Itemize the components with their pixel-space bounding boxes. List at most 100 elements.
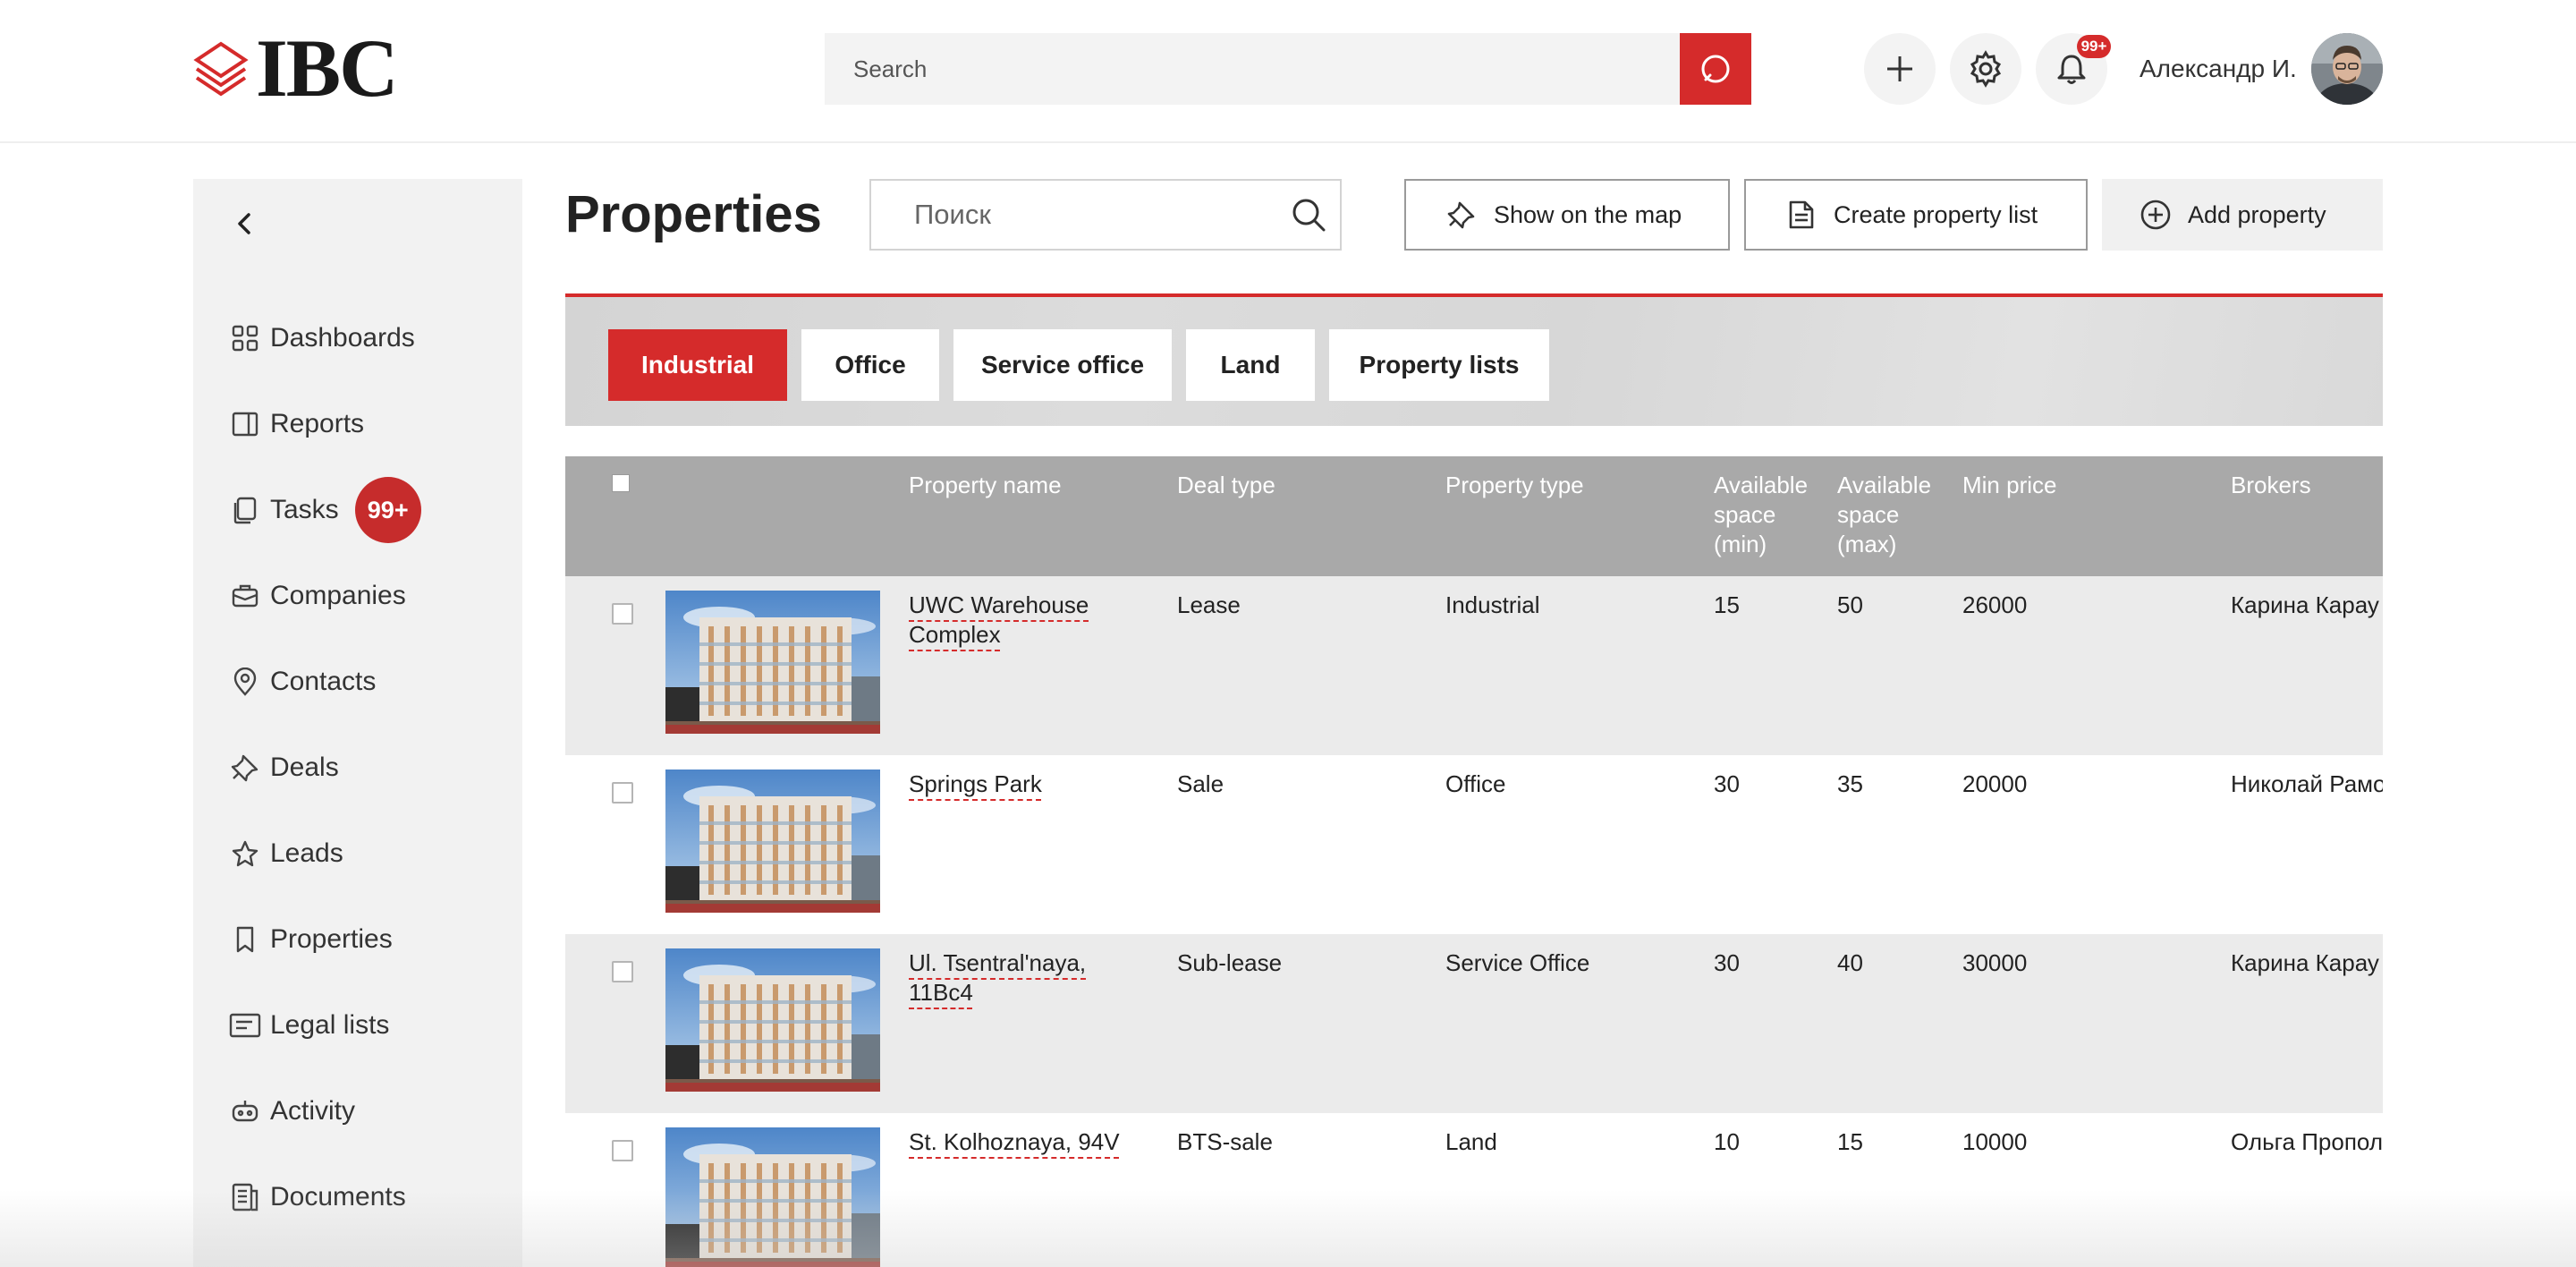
column-header-brokers[interactable]: Brokers bbox=[2231, 471, 2311, 500]
row-checkbox[interactable] bbox=[612, 782, 633, 804]
show-on-map-label: Show on the map bbox=[1494, 200, 1682, 228]
create-button[interactable] bbox=[1864, 33, 1936, 105]
table-row[interactable]: UWC Warehouse Complex Lease Industrial 1… bbox=[565, 576, 2383, 755]
min-price-cell: 26000 bbox=[1962, 591, 2028, 618]
sidebar-item-dashboards[interactable]: Dashboards bbox=[229, 313, 497, 363]
broker-link[interactable]: Карина Карау bbox=[2231, 591, 2383, 620]
pin-icon bbox=[1445, 199, 1478, 231]
clipboard-icon bbox=[229, 494, 261, 526]
tab-industrial[interactable]: Industrial bbox=[608, 329, 787, 401]
row-checkbox[interactable] bbox=[612, 603, 633, 625]
column-header-space-max[interactable]: Available space (max) bbox=[1837, 471, 1945, 559]
sidebar-item-label: Dashboards bbox=[270, 323, 415, 353]
location-pin-icon bbox=[229, 666, 261, 698]
sidebar-item-label: Legal lists bbox=[270, 1010, 390, 1040]
report-icon bbox=[229, 408, 261, 440]
tab-service-office[interactable]: Service office bbox=[953, 329, 1172, 401]
avatar[interactable] bbox=[2311, 33, 2383, 105]
sidebar-item-companies[interactable]: Companies bbox=[229, 571, 497, 621]
sidebar-item-deals[interactable]: Deals bbox=[229, 743, 497, 793]
sidebar-item-label: Companies bbox=[270, 581, 406, 610]
property-name-link[interactable]: Springs Park bbox=[909, 770, 1132, 799]
broker-link[interactable]: Карина Карау bbox=[2231, 948, 2383, 978]
sidebar-item-label: Leads bbox=[270, 838, 343, 868]
tasks-count-badge: 99+ bbox=[354, 477, 421, 543]
chevron-left-icon bbox=[238, 213, 250, 234]
sidebar: Dashboards Reports Tasks 99+ Companies C… bbox=[193, 179, 522, 1267]
grid-icon bbox=[229, 322, 261, 354]
sidebar-item-reports[interactable]: Reports bbox=[229, 399, 497, 449]
logo[interactable]: IBC bbox=[191, 27, 399, 109]
row-checkbox[interactable] bbox=[612, 961, 633, 982]
add-property-label: Add property bbox=[2188, 200, 2326, 228]
bookmark-icon bbox=[229, 923, 261, 956]
property-thumbnail[interactable] bbox=[665, 948, 880, 1092]
table-row[interactable]: St. Kolhoznaya, 94V BTS-sale Land 10 15 … bbox=[565, 1113, 2383, 1267]
property-type-tabs: Industrial Office Service office Land Pr… bbox=[565, 293, 2383, 426]
table-row[interactable]: Springs Park Sale Office 30 35 20000 Ник… bbox=[565, 755, 2383, 934]
property-search-input[interactable] bbox=[871, 198, 1277, 232]
search-icon bbox=[1701, 55, 1730, 83]
sidebar-item-label: Contacts bbox=[270, 667, 377, 696]
gear-icon bbox=[1970, 50, 2002, 88]
plus-circle-icon bbox=[2140, 199, 2172, 231]
sidebar-item-label: Reports bbox=[270, 409, 365, 438]
min-price-cell: 10000 bbox=[1962, 1128, 2028, 1155]
property-search bbox=[869, 179, 1342, 251]
space-min-cell: 30 bbox=[1714, 770, 1740, 797]
property-type-cell: Land bbox=[1445, 1128, 1497, 1155]
briefcase-icon bbox=[229, 580, 261, 612]
settings-button[interactable] bbox=[1950, 33, 2021, 105]
collapse-sidebar-button[interactable] bbox=[224, 202, 267, 245]
legal-list-icon bbox=[229, 1009, 261, 1042]
create-property-list-button[interactable]: Create property list bbox=[1744, 179, 2088, 251]
broker-link[interactable]: Николай Рамо bbox=[2231, 770, 2383, 799]
property-name-link[interactable]: UWC Warehouse Complex bbox=[909, 591, 1132, 650]
broker-link[interactable]: Ольга Пропол bbox=[2231, 1127, 2383, 1157]
global-search-button[interactable] bbox=[1680, 33, 1751, 105]
sidebar-item-leads[interactable]: Leads bbox=[229, 829, 497, 879]
column-header-property-type[interactable]: Property type bbox=[1445, 471, 1584, 500]
show-on-map-button[interactable]: Show on the map bbox=[1404, 179, 1730, 251]
sidebar-item-label: Tasks bbox=[270, 495, 339, 524]
sidebar-item-activity[interactable]: Activity bbox=[229, 1086, 497, 1136]
global-search-input[interactable] bbox=[825, 32, 1680, 106]
search-icon[interactable] bbox=[1277, 196, 1340, 234]
sidebar-item-contacts[interactable]: Contacts bbox=[229, 657, 497, 707]
row-checkbox[interactable] bbox=[612, 1140, 633, 1161]
table-row[interactable]: Ul. Tsentral'naya, 11Bc4 Sub-lease Servi… bbox=[565, 934, 2383, 1113]
activity-icon bbox=[229, 1095, 261, 1127]
sidebar-item-documents[interactable]: Documents bbox=[229, 1172, 497, 1222]
column-header-min-price[interactable]: Min price bbox=[1962, 471, 2056, 500]
document-icon bbox=[1785, 199, 1818, 231]
notifications-button[interactable]: 99+ bbox=[2036, 33, 2111, 105]
column-header-space-min[interactable]: Available space (min) bbox=[1714, 471, 1821, 559]
tab-property-lists[interactable]: Property lists bbox=[1329, 329, 1549, 401]
sidebar-item-properties[interactable]: Properties bbox=[229, 914, 497, 965]
space-min-cell: 30 bbox=[1714, 949, 1740, 976]
property-name-link[interactable]: St. Kolhoznaya, 94V bbox=[909, 1127, 1132, 1157]
space-max-cell: 40 bbox=[1837, 949, 1863, 976]
sidebar-item-label: Activity bbox=[270, 1096, 356, 1126]
table-header: Property name Deal type Property type Av… bbox=[565, 456, 2383, 576]
tab-land[interactable]: Land bbox=[1186, 329, 1315, 401]
property-thumbnail[interactable] bbox=[665, 1127, 880, 1267]
space-min-cell: 10 bbox=[1714, 1128, 1740, 1155]
user-avatar-image bbox=[2311, 33, 2383, 105]
add-property-button[interactable]: Add property bbox=[2102, 179, 2383, 251]
property-thumbnail[interactable] bbox=[665, 591, 880, 734]
property-thumbnail[interactable] bbox=[665, 770, 880, 913]
sidebar-item-legal-lists[interactable]: Legal lists bbox=[229, 1000, 497, 1050]
sidebar-item-tasks[interactable]: Tasks 99+ bbox=[229, 477, 497, 543]
select-all-checkbox[interactable] bbox=[612, 474, 630, 492]
user-name[interactable]: Александр И. bbox=[2140, 54, 2297, 84]
deal-type-cell: BTS-sale bbox=[1177, 1128, 1273, 1155]
notifications-badge: 99+ bbox=[2077, 35, 2111, 58]
space-min-cell: 15 bbox=[1714, 591, 1740, 618]
documents-icon bbox=[229, 1181, 261, 1213]
space-max-cell: 50 bbox=[1837, 591, 1863, 618]
column-header-name[interactable]: Property name bbox=[909, 471, 1062, 500]
tab-office[interactable]: Office bbox=[801, 329, 939, 401]
property-name-link[interactable]: Ul. Tsentral'naya, 11Bc4 bbox=[909, 948, 1132, 1008]
column-header-deal-type[interactable]: Deal type bbox=[1177, 471, 1275, 500]
